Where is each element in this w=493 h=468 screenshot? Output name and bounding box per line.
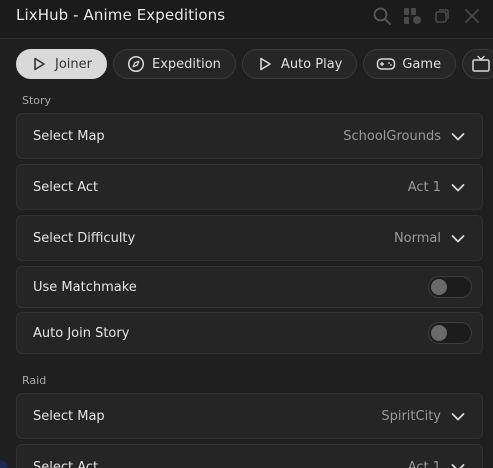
story-select-difficulty-label: Select Difficulty: [33, 231, 136, 246]
story-select-act-value: Act 1: [407, 180, 441, 195]
raid-select-act-value: Act 1: [407, 460, 441, 468]
story-select-difficulty-dropdown[interactable]: Select Difficulty Normal: [16, 215, 483, 261]
play-outline-icon: [255, 54, 275, 74]
toggle-knob: [431, 325, 447, 341]
close-icon[interactable]: [461, 5, 483, 27]
app-window: LixHub - Anime Expeditions Joiner Expedi…: [0, 0, 493, 468]
use-matchmake-toggle[interactable]: [428, 276, 472, 298]
raid-select-map-label: Select Map: [33, 409, 105, 424]
raid-select-act-label: Select Act: [33, 460, 99, 468]
chevron-down-icon: [451, 235, 465, 243]
raid-select-map-dropdown[interactable]: Select Map SpiritCity: [16, 393, 483, 439]
story-select-map-value: SchoolGrounds: [343, 129, 441, 144]
chevron-down-icon: [451, 464, 465, 468]
raid-select-act-dropdown[interactable]: Select Act Act 1: [16, 444, 483, 468]
compass-icon: [126, 54, 146, 74]
tab-game[interactable]: Game: [363, 49, 457, 79]
window-title: LixHub - Anime Expeditions: [16, 6, 226, 24]
tab-expedition-label: Expedition: [151, 56, 221, 72]
auto-join-story-row: Auto Join Story: [16, 312, 483, 354]
tab-auto-play-label: Auto Play: [280, 56, 343, 72]
tab-expedition[interactable]: Expedition: [112, 49, 236, 79]
gamepad-icon: [376, 54, 396, 74]
story-select-map-label: Select Map: [33, 129, 105, 144]
auto-join-story-toggle[interactable]: [428, 322, 472, 344]
auto-join-story-label: Auto Join Story: [33, 326, 130, 341]
story-select-act-dropdown[interactable]: Select Act Act 1: [16, 164, 483, 210]
play-outline-icon: [29, 54, 49, 74]
raid-select-map-value: SpiritCity: [381, 409, 441, 424]
tab-tv[interactable]: [462, 49, 493, 79]
story-select-difficulty-value: Normal: [393, 231, 441, 246]
tab-joiner-label: Joiner: [55, 56, 92, 72]
minimize-icon[interactable]: [431, 5, 453, 27]
window-controls: [371, 5, 483, 27]
tab-game-label: Game: [402, 56, 442, 72]
use-matchmake-row: Use Matchmake: [16, 266, 483, 308]
raid-section-label: Raid: [22, 374, 47, 387]
settings-sliders-icon[interactable]: [401, 5, 423, 27]
chevron-down-icon: [451, 133, 465, 141]
story-section-label: Story: [22, 94, 52, 107]
chevron-down-icon: [451, 184, 465, 192]
title-divider: [0, 38, 493, 39]
chevron-down-icon: [451, 413, 465, 421]
tab-bar: Joiner Expedition Auto Play Game: [16, 49, 493, 79]
tab-joiner[interactable]: Joiner: [16, 49, 107, 79]
use-matchmake-label: Use Matchmake: [33, 280, 137, 295]
toggle-knob: [431, 279, 447, 295]
story-select-act-label: Select Act: [33, 180, 99, 195]
corner-accent: [0, 460, 8, 468]
search-icon[interactable]: [371, 5, 393, 27]
story-select-map-dropdown[interactable]: Select Map SchoolGrounds: [16, 113, 483, 159]
tab-auto-play[interactable]: Auto Play: [241, 49, 358, 79]
title-bar: LixHub - Anime Expeditions: [0, 0, 493, 38]
tv-icon: [471, 54, 491, 74]
